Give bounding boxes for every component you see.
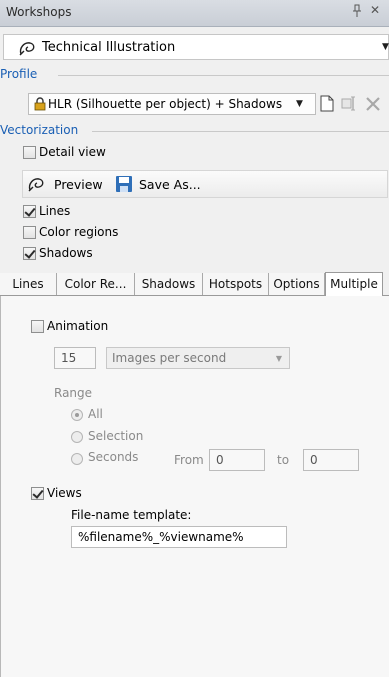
to-label: to (277, 453, 290, 467)
tab-color-regions[interactable]: Color Re... (57, 273, 135, 295)
tab-lines[interactable]: Lines (0, 273, 57, 295)
illustration-swirl-icon (18, 39, 38, 60)
range-all-label: All (88, 407, 103, 421)
workshop-select[interactable]: Technical Illustration ▼ (3, 34, 389, 60)
tab-shadows[interactable]: Shadows (135, 273, 203, 295)
preview-label: Preview (54, 177, 103, 192)
filename-template-label: File-name template: (71, 508, 192, 522)
range-seconds-radio[interactable] (71, 453, 83, 465)
views-checkbox[interactable]: Views (31, 485, 121, 503)
profile-selected-label: HLR (Silhouette per object) + Shadows (48, 97, 283, 111)
settings-tabs: Lines Color Re... Shadows Hotspots Optio… (0, 272, 389, 296)
save-as-button[interactable]: Save As... (115, 175, 225, 195)
animation-label: Animation (47, 319, 109, 333)
panel-title: Workshops (6, 5, 72, 19)
filename-template-input[interactable]: %filename%_%viewname% (71, 526, 287, 548)
shadows-checkbox-box[interactable] (23, 247, 36, 260)
lines-checkbox-box[interactable] (23, 205, 36, 218)
new-profile-icon[interactable] (320, 95, 334, 115)
detail-view-label: Detail view (39, 145, 106, 159)
fps-input[interactable]: 15 (54, 347, 96, 369)
pin-icon[interactable] (352, 4, 362, 21)
shadows-checkbox[interactable]: Shadows (23, 245, 123, 263)
vectorization-group-label: Vectorization (0, 123, 83, 137)
chevron-down-icon: ▼ (382, 42, 389, 52)
views-checkbox-box[interactable] (31, 487, 44, 500)
animation-checkbox-box[interactable] (31, 320, 44, 333)
fps-unit-select[interactable]: Images per second ▼ (106, 347, 290, 369)
chevron-down-icon: ▼ (296, 99, 303, 109)
detail-view-checkbox-box[interactable] (23, 146, 36, 159)
delete-profile-icon[interactable] (365, 96, 381, 115)
profile-group-divider (58, 75, 389, 76)
lock-icon (34, 97, 46, 114)
color-regions-label: Color regions (39, 225, 119, 239)
panel-titlebar: Workshops ✕ (0, 0, 389, 27)
animation-checkbox[interactable]: Animation (31, 318, 141, 336)
range-selection-label: Selection (88, 429, 144, 443)
tab-multiple[interactable]: Multiple (325, 272, 383, 296)
color-regions-checkbox[interactable]: Color regions (23, 224, 143, 242)
range-seconds-label: Seconds (88, 450, 139, 464)
from-input[interactable]: 0 (209, 449, 265, 471)
save-as-label: Save As... (139, 177, 201, 192)
detail-view-checkbox[interactable]: Detail view (23, 144, 143, 162)
fps-unit-label: Images per second (112, 351, 227, 365)
preview-icon (27, 175, 47, 196)
lines-checkbox[interactable]: Lines (23, 203, 123, 221)
shadows-label: Shadows (39, 246, 93, 260)
vectorization-toolbar: Preview Save As... (22, 170, 388, 198)
range-selection-radio[interactable] (71, 431, 83, 443)
tab-hotspots[interactable]: Hotspots (203, 273, 269, 295)
save-disk-icon (115, 175, 133, 196)
tab-options[interactable]: Options (269, 273, 325, 295)
range-label: Range (54, 386, 93, 400)
lines-label: Lines (39, 204, 71, 218)
rename-profile-icon[interactable] (341, 96, 357, 114)
profile-group-label: Profile (0, 67, 42, 81)
workshop-selected-label: Technical Illustration (42, 40, 176, 55)
range-all-radio[interactable] (71, 409, 83, 421)
multiple-tab-panel: Animation 15 Images per second ▼ Range A… (0, 296, 389, 677)
from-label: From (174, 453, 204, 467)
preview-button[interactable]: Preview (27, 175, 107, 195)
profile-select[interactable]: HLR (Silhouette per object) + Shadows ▼ (28, 93, 316, 115)
to-input[interactable]: 0 (303, 449, 359, 471)
chevron-down-icon: ▼ (275, 354, 282, 363)
close-icon[interactable]: ✕ (370, 3, 380, 17)
vectorization-group-divider (92, 131, 389, 132)
color-regions-checkbox-box[interactable] (23, 226, 36, 239)
views-label: Views (47, 486, 82, 500)
